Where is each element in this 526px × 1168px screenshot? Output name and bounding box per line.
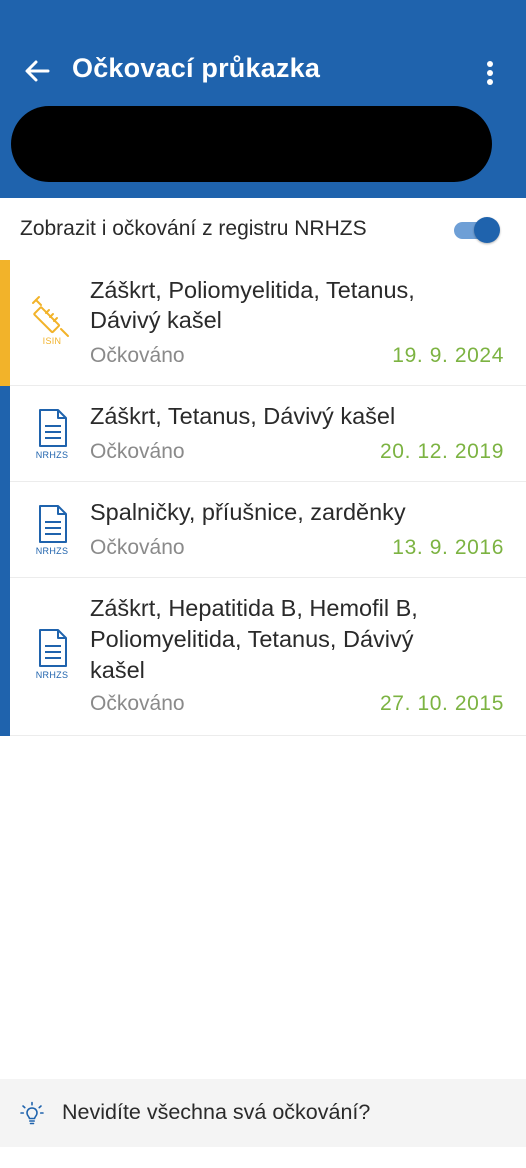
- vaccine-name-line: Poliomyelitida, Tetanus, Dávivý: [90, 626, 414, 652]
- isin-source-badge: ISIN: [30, 294, 74, 358]
- vaccination-date: 13. 9. 2016: [392, 536, 504, 559]
- divider: [10, 735, 526, 736]
- vaccination-status: Očkováno: [90, 440, 185, 463]
- nrhzs-source-badge: NRHZS: [30, 502, 74, 566]
- nrhzs-source-badge: NRHZS: [30, 406, 74, 470]
- missing-vaccinations-banner[interactable]: Nevidíte všechna svá očkování?: [0, 1079, 526, 1147]
- vaccine-name-line: Záškrt, Tetanus, Dávivý kašel: [90, 403, 396, 429]
- source-label: ISIN: [42, 336, 62, 346]
- vaccination-item[interactable]: ISIN Záškrt, Poliomyelitida, Tetanus, Dá…: [0, 260, 526, 386]
- back-button[interactable]: [22, 56, 52, 86]
- vaccination-status: Očkováno: [90, 692, 185, 715]
- more-vertical-icon: [487, 61, 493, 85]
- vaccine-name-line: Spalničky, příušnice, zarděnky: [90, 499, 406, 525]
- vaccine-name-line: Dávivý kašel: [90, 307, 222, 333]
- vaccination-item[interactable]: NRHZS Záškrt, Hepatitida B, Hemofil B, P…: [0, 578, 526, 736]
- more-options-button[interactable]: [478, 56, 502, 90]
- redacted-patient-info: [11, 106, 492, 182]
- vaccination-item[interactable]: NRHZS Spalničky, příušnice, zarděnky Očk…: [0, 482, 526, 578]
- source-accent-bar: [0, 386, 10, 482]
- vaccination-date: 19. 9. 2024: [392, 344, 504, 367]
- nrhzs-filter-label: Zobrazit i očkování z registru NRHZS: [20, 217, 367, 240]
- app-bar: Očkovací průkazka: [0, 0, 526, 198]
- source-label: NRHZS: [35, 670, 69, 680]
- document-icon: [39, 409, 67, 447]
- vaccination-date: 27. 10. 2015: [380, 692, 504, 715]
- document-icon: [39, 505, 67, 543]
- source-label: NRHZS: [35, 450, 69, 460]
- page-title: Očkovací průkazka: [72, 53, 321, 83]
- vaccination-date: 20. 12. 2019: [380, 440, 504, 463]
- missing-vaccinations-text: Nevidíte všechna svá očkování?: [62, 1100, 371, 1124]
- vaccine-name-line: Záškrt, Hepatitida B, Hemofil B,: [90, 595, 418, 621]
- document-icon: [39, 629, 67, 667]
- nrhzs-filter-row: Zobrazit i očkování z registru NRHZS: [0, 198, 526, 260]
- arrow-left-icon: [25, 60, 50, 82]
- vaccine-name-line: kašel: [90, 657, 145, 683]
- nrhzs-toggle[interactable]: [452, 217, 500, 243]
- toggle-knob: [474, 217, 500, 243]
- vaccination-status: Očkováno: [90, 536, 185, 559]
- vaccination-item[interactable]: NRHZS Záškrt, Tetanus, Dávivý kašel Očko…: [0, 386, 526, 482]
- syringe-icon: [32, 296, 69, 337]
- source-accent-bar: [0, 482, 10, 578]
- nrhzs-source-badge: NRHZS: [30, 626, 74, 690]
- vaccine-name-line: Záškrt, Poliomyelitida, Tetanus,: [90, 277, 415, 303]
- vaccination-status: Očkováno: [90, 344, 185, 367]
- source-accent-bar: [0, 260, 10, 386]
- source-accent-bar: [0, 578, 10, 736]
- source-label: NRHZS: [35, 546, 69, 556]
- lightbulb-icon: [20, 1101, 44, 1127]
